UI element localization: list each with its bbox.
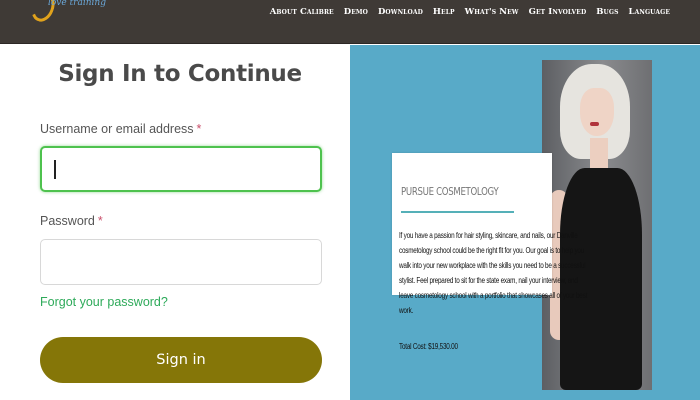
required-mark: * [97,214,103,228]
ad-body-text: If you have a passion for hair styling, … [399,230,588,315]
username-input[interactable] [40,146,322,192]
nav-whats-new[interactable]: What's New [465,7,519,17]
forgot-password-link[interactable]: Forgot your password? [40,295,168,309]
nav-language[interactable]: Language [629,7,670,17]
page-title: Sign In to Continue [58,61,302,87]
nav-demo[interactable]: Demo [344,7,368,17]
calibre-logo[interactable]: love training [27,0,122,30]
nav-help[interactable]: Help [433,7,455,17]
nav-bugs[interactable]: Bugs [596,7,618,17]
model-photo [542,60,652,390]
username-label: Username or email address * [40,122,201,136]
logo-tagline: love training [48,0,106,8]
nav-get-involved[interactable]: Get Involved [529,7,587,17]
password-label: Password * [40,214,103,228]
signin-form: Sign In to Continue Username or email ad… [0,45,350,400]
password-input[interactable] [40,239,322,285]
main-nav: About Calibre Demo Download Help What's … [270,0,670,24]
required-mark: * [196,122,202,136]
top-navigation-bar: love training About Calibre Demo Downloa… [0,0,700,44]
ad-total-cost: Total Cost: $19,530.00 [399,341,458,351]
sign-in-button[interactable]: Sign in [40,337,322,383]
text-cursor [54,160,56,179]
username-label-text: Username or email address [40,122,194,136]
nav-download[interactable]: Download [378,7,423,17]
cosmetology-ad[interactable]: PURSUE COSMETOLOGY If you have a passion… [350,45,700,400]
password-label-text: Password [40,214,95,228]
nav-about-calibre[interactable]: About Calibre [270,7,334,17]
heading-underline [401,211,514,213]
ad-heading: PURSUE COSMETOLOGY [401,185,499,198]
